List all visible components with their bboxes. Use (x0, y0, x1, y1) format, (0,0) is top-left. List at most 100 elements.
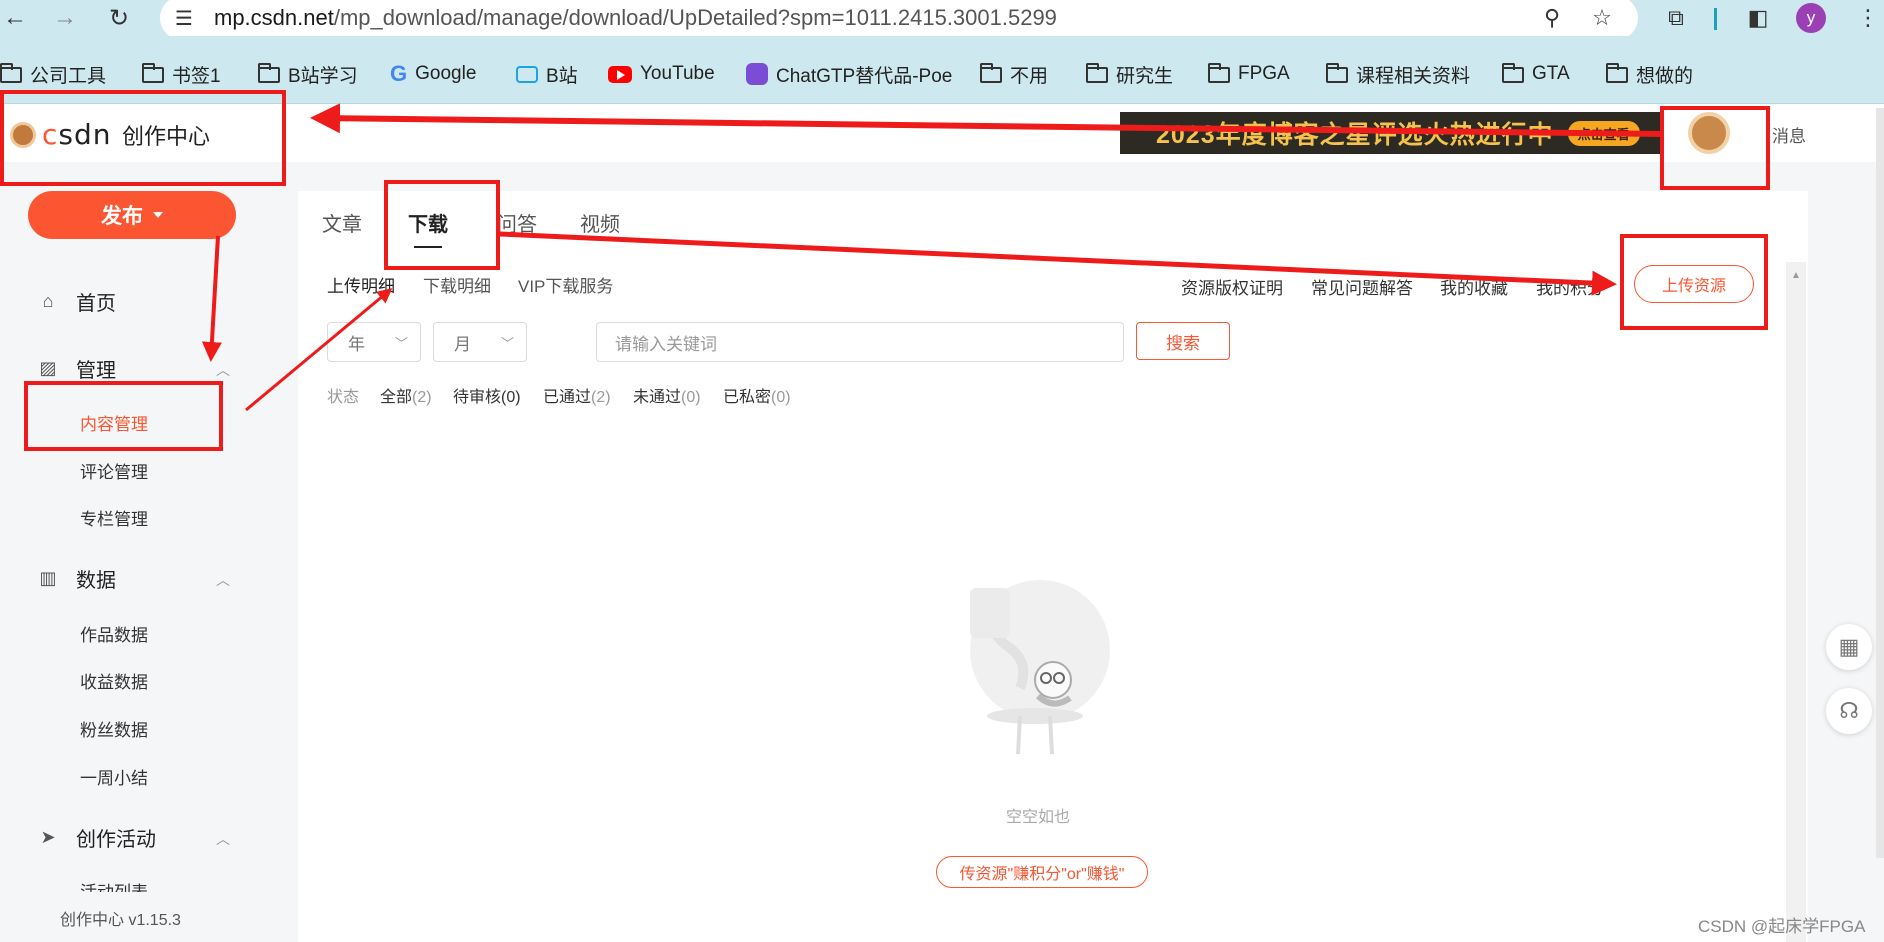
bookmark-4[interactable]: B站 (516, 60, 578, 88)
scroll-up-icon[interactable]: ▲ (1791, 270, 1801, 281)
status-filter-pending[interactable]: 待审核(0) (453, 383, 521, 407)
event-banner[interactable]: 2023年度博客之星评选火热进行中 点击查看 (1120, 112, 1660, 154)
profile-avatar[interactable]: y (1796, 3, 1826, 33)
extensions-icon[interactable]: ⧉ (1660, 2, 1692, 34)
subtab-upload-detail[interactable]: 上传明细 (327, 272, 395, 297)
chevron-up-icon[interactable]: ︿ (216, 360, 230, 380)
copyright-link[interactable]: 资源版权证明 (1181, 274, 1283, 299)
status-count: (2) (412, 389, 432, 406)
sidebar-item-fans-data[interactable]: 粉丝数据 (80, 716, 148, 741)
tab-qa[interactable]: 问答 (497, 208, 537, 237)
annotation-box-content-manage (24, 381, 223, 451)
sidebar-item-income-data[interactable]: 收益数据 (80, 668, 148, 693)
publish-label: 发布 (101, 205, 143, 228)
folder-icon (1502, 63, 1524, 83)
bookmark-label: FPGA (1238, 63, 1290, 84)
bookmark-9[interactable]: FPGA (1208, 60, 1290, 88)
back-icon[interactable]: ← (0, 3, 30, 33)
status-filter-private[interactable]: 已私密(0) (723, 383, 791, 407)
sidebar-label: 数据 (76, 569, 116, 592)
folder-icon (1086, 63, 1108, 83)
bookmark-11[interactable]: GTA (1502, 60, 1570, 88)
messages-link[interactable]: 消息 (1772, 122, 1806, 147)
keyword-input[interactable]: 请输入关键词 (596, 322, 1124, 362)
tab-article[interactable]: 文章 (322, 208, 362, 237)
bookmark-5[interactable]: YouTube (608, 60, 715, 88)
zoom-icon[interactable]: ⚲ (1536, 2, 1568, 34)
poe-icon (746, 63, 768, 85)
sidebar-item-works-data[interactable]: 作品数据 (80, 621, 148, 646)
bookmark-6[interactable]: ChatGTP替代品-Poe (746, 60, 952, 88)
headset-icon[interactable]: ☊ (1826, 688, 1872, 734)
subtab-vip-download[interactable]: VIP下载服务 (518, 272, 613, 297)
folder-icon (1208, 63, 1230, 83)
status-filter-approved[interactable]: 已通过(2) (543, 383, 611, 407)
caret-down-icon (153, 212, 163, 218)
sidebar-item-comment-manage[interactable]: 评论管理 (80, 458, 148, 483)
bookmark-7[interactable]: 不用 (980, 60, 1048, 88)
tab-video[interactable]: 视频 (580, 208, 620, 237)
publish-button[interactable]: 发布 (28, 191, 236, 239)
upload-earn-button[interactable]: 传资源"赚积分"or"赚钱" (936, 856, 1148, 888)
reload-icon[interactable]: ↻ (104, 3, 134, 33)
sidebar-item-activity-list[interactable]: 活动列表 (80, 878, 148, 892)
sidebar-item-weekly[interactable]: 一周小结 (80, 764, 148, 789)
bookmark-10[interactable]: 课程相关资料 (1326, 60, 1470, 88)
bookmark-2[interactable]: B站学习 (258, 60, 358, 88)
folder-icon (1326, 63, 1348, 83)
year-select[interactable]: 年 ﹀ (327, 322, 421, 362)
bookmark-label: YouTube (640, 63, 715, 84)
month-select[interactable]: 月 ﹀ (433, 322, 527, 362)
faq-link[interactable]: 常见问题解答 (1311, 274, 1413, 299)
version-label: 创作中心 v1.15.3 (60, 912, 181, 929)
status-text: 全部 (380, 389, 413, 406)
chevron-up-icon[interactable]: ︿ (216, 829, 230, 849)
url-path: /mp_download/manage/download/UpDetailed?… (333, 5, 1057, 30)
bookmark-label: GTA (1532, 63, 1570, 84)
bookmark-3[interactable]: G Google (390, 60, 476, 88)
url-text[interactable]: mp.csdn.net/mp_download/manage/download/… (214, 5, 1057, 31)
favorites-link[interactable]: 我的收藏 (1440, 274, 1508, 299)
status-text: 已通过 (543, 389, 592, 406)
sidebar-section-activity[interactable]: ➤ 创作活动 (38, 822, 156, 852)
bookmark-0[interactable]: 公司工具 (0, 60, 106, 88)
sidebar-item-home[interactable]: ⌂ 首页 (38, 286, 116, 316)
forward-icon[interactable]: → (50, 3, 80, 33)
bookmark-label: B站 (546, 65, 578, 87)
sidebar-item-column-manage[interactable]: 专栏管理 (80, 505, 148, 530)
subtab-download-detail[interactable]: 下载明细 (423, 272, 491, 297)
bookmark-1[interactable]: 书签1 (142, 60, 221, 88)
qrcode-icon[interactable]: ▦ (1826, 624, 1872, 670)
points-link[interactable]: 我的积分 (1536, 274, 1604, 299)
menu-icon[interactable]: ⋮ (1852, 2, 1884, 34)
search-button[interactable]: 搜索 (1136, 322, 1230, 360)
sidebar-label: 首页 (76, 292, 116, 315)
chevron-up-icon[interactable]: ︿ (216, 570, 230, 590)
sidebar-label: 创作活动 (76, 828, 156, 851)
youtube-icon (608, 65, 632, 83)
status-text: 待审核 (453, 389, 502, 406)
status-text: 已私密 (723, 389, 772, 406)
status-text: 未通过 (633, 389, 682, 406)
site-settings-icon[interactable]: ☰ (168, 2, 200, 34)
folder-icon (142, 63, 164, 83)
empty-state-illustration (970, 580, 1110, 755)
chart-line-icon: ▨ (39, 357, 57, 378)
status-filter-rejected[interactable]: 未通过(0) (633, 383, 701, 407)
status-filter-all[interactable]: 全部(2) (380, 383, 432, 407)
bookmark-8[interactable]: 研究生 (1086, 60, 1173, 88)
star-icon[interactable]: ☆ (1586, 2, 1618, 34)
folder-icon (1606, 63, 1628, 83)
sidebar-section-data[interactable]: ▥ 数据 (38, 563, 116, 593)
status-count: (2) (591, 389, 611, 406)
panel-scrollbar[interactable] (1786, 262, 1806, 942)
sidebar-section-manage[interactable]: ▨ 管理 (38, 353, 116, 383)
page-scrollbar[interactable] (1876, 108, 1884, 858)
paper-plane-icon: ➤ (40, 826, 56, 847)
bar-chart-icon: ▥ (39, 567, 57, 588)
bilibili-icon (516, 65, 538, 83)
chevron-down-icon: ﹀ (500, 335, 514, 351)
main-panel (298, 191, 1808, 942)
bookmark-12[interactable]: 想做的 (1606, 60, 1693, 88)
side-panel-icon[interactable]: ◧ (1742, 2, 1774, 34)
